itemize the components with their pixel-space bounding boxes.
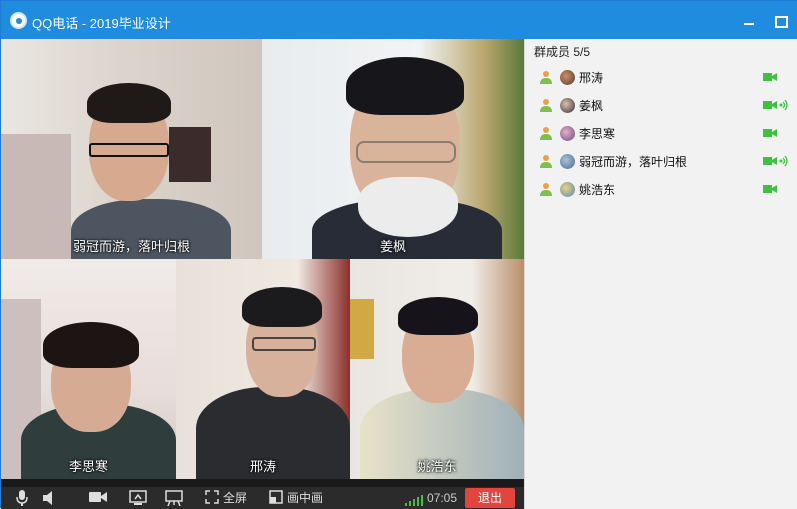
member-name: 邢涛 (579, 71, 604, 85)
maximize-button[interactable] (771, 11, 789, 29)
participant-name: 姚浩东 (417, 459, 457, 474)
video-tile-5[interactable]: 姚浩东 (350, 259, 524, 479)
fullscreen-label: 全屏 (223, 491, 248, 505)
video-tile-3[interactable]: 李思寒 (1, 259, 176, 479)
presentation-icon[interactable] (165, 489, 183, 507)
participant-name: 弱冠而游，落叶归根 (72, 239, 190, 254)
participant-name: 姜枫 (379, 239, 406, 254)
speaker-icon[interactable] (42, 489, 56, 507)
camera-on-icon (763, 185, 777, 193)
participant-video (196, 277, 350, 479)
pip-label: 画中画 (287, 491, 324, 505)
qq-call-window: QQ电话 - 2019毕业设计 弱冠而游，落叶归根 姜枫 李思寒 邢涛 姚浩东 … (0, 0, 797, 509)
screen-share-icon[interactable] (129, 489, 147, 507)
member-list-panel: 群成员 5/5 邢涛 姜枫 李思寒 弱冠而游，落叶归根 姚浩东 (524, 39, 797, 509)
member-name: 姜枫 (579, 99, 604, 113)
camera-on-icon (763, 101, 777, 109)
participant-video (302, 49, 502, 259)
window-title: QQ电话 - 2019毕业设计 (32, 16, 171, 31)
member-name: 弱冠而游，落叶归根 (579, 155, 688, 169)
user-icon (540, 183, 552, 196)
participant-name: 邢涛 (249, 459, 276, 474)
speaking-indicator-icon (779, 155, 788, 167)
camera-icon[interactable] (89, 489, 107, 507)
avatar (560, 154, 575, 169)
call-toolbar: 全屏 画中画 07:05 退出 (1, 487, 524, 509)
speaking-indicator-icon (779, 99, 788, 111)
fullscreen-icon (205, 490, 219, 504)
user-icon (540, 127, 552, 140)
user-icon (540, 99, 552, 112)
pip-icon (269, 490, 283, 504)
member-name: 李思寒 (579, 127, 616, 141)
video-tile-1[interactable]: 弱冠而游，落叶归根 (1, 39, 262, 259)
microphone-icon[interactable] (15, 489, 29, 507)
participant-name: 李思寒 (68, 459, 108, 474)
qq-logo-icon (10, 12, 27, 29)
member-row[interactable]: 弱冠而游，落叶归根 (525, 149, 797, 173)
call-timer: 07:05 (427, 491, 458, 505)
avatar (560, 70, 575, 85)
video-tile-4[interactable]: 邢涛 (176, 259, 350, 479)
camera-on-icon (763, 73, 777, 81)
user-icon (540, 71, 552, 84)
member-row[interactable]: 李思寒 (525, 121, 797, 145)
minimize-button[interactable] (740, 11, 758, 29)
member-row[interactable]: 姜枫 (525, 93, 797, 117)
member-row[interactable]: 邢涛 (525, 65, 797, 89)
member-count-header: 群成员 5/5 (534, 45, 591, 59)
camera-on-icon (763, 129, 777, 137)
user-icon (540, 155, 552, 168)
camera-on-icon (763, 157, 777, 165)
video-tile-2[interactable]: 姜枫 (262, 39, 524, 259)
participant-video (61, 79, 231, 259)
avatar (560, 182, 575, 197)
member-name: 姚浩东 (579, 183, 616, 197)
signal-strength-icon (405, 492, 423, 506)
video-grid: 弱冠而游，落叶归根 姜枫 李思寒 邢涛 姚浩东 (1, 39, 524, 487)
exit-call-button[interactable]: 退出 (465, 488, 515, 508)
avatar (560, 98, 575, 113)
participant-video (21, 314, 176, 479)
fullscreen-button[interactable]: 全屏 (205, 489, 255, 507)
picture-in-picture-button[interactable]: 画中画 (269, 489, 329, 507)
participant-video (360, 289, 524, 479)
title-bar[interactable]: QQ电话 - 2019毕业设计 (1, 1, 797, 39)
avatar (560, 126, 575, 141)
member-row[interactable]: 姚浩东 (525, 177, 797, 201)
